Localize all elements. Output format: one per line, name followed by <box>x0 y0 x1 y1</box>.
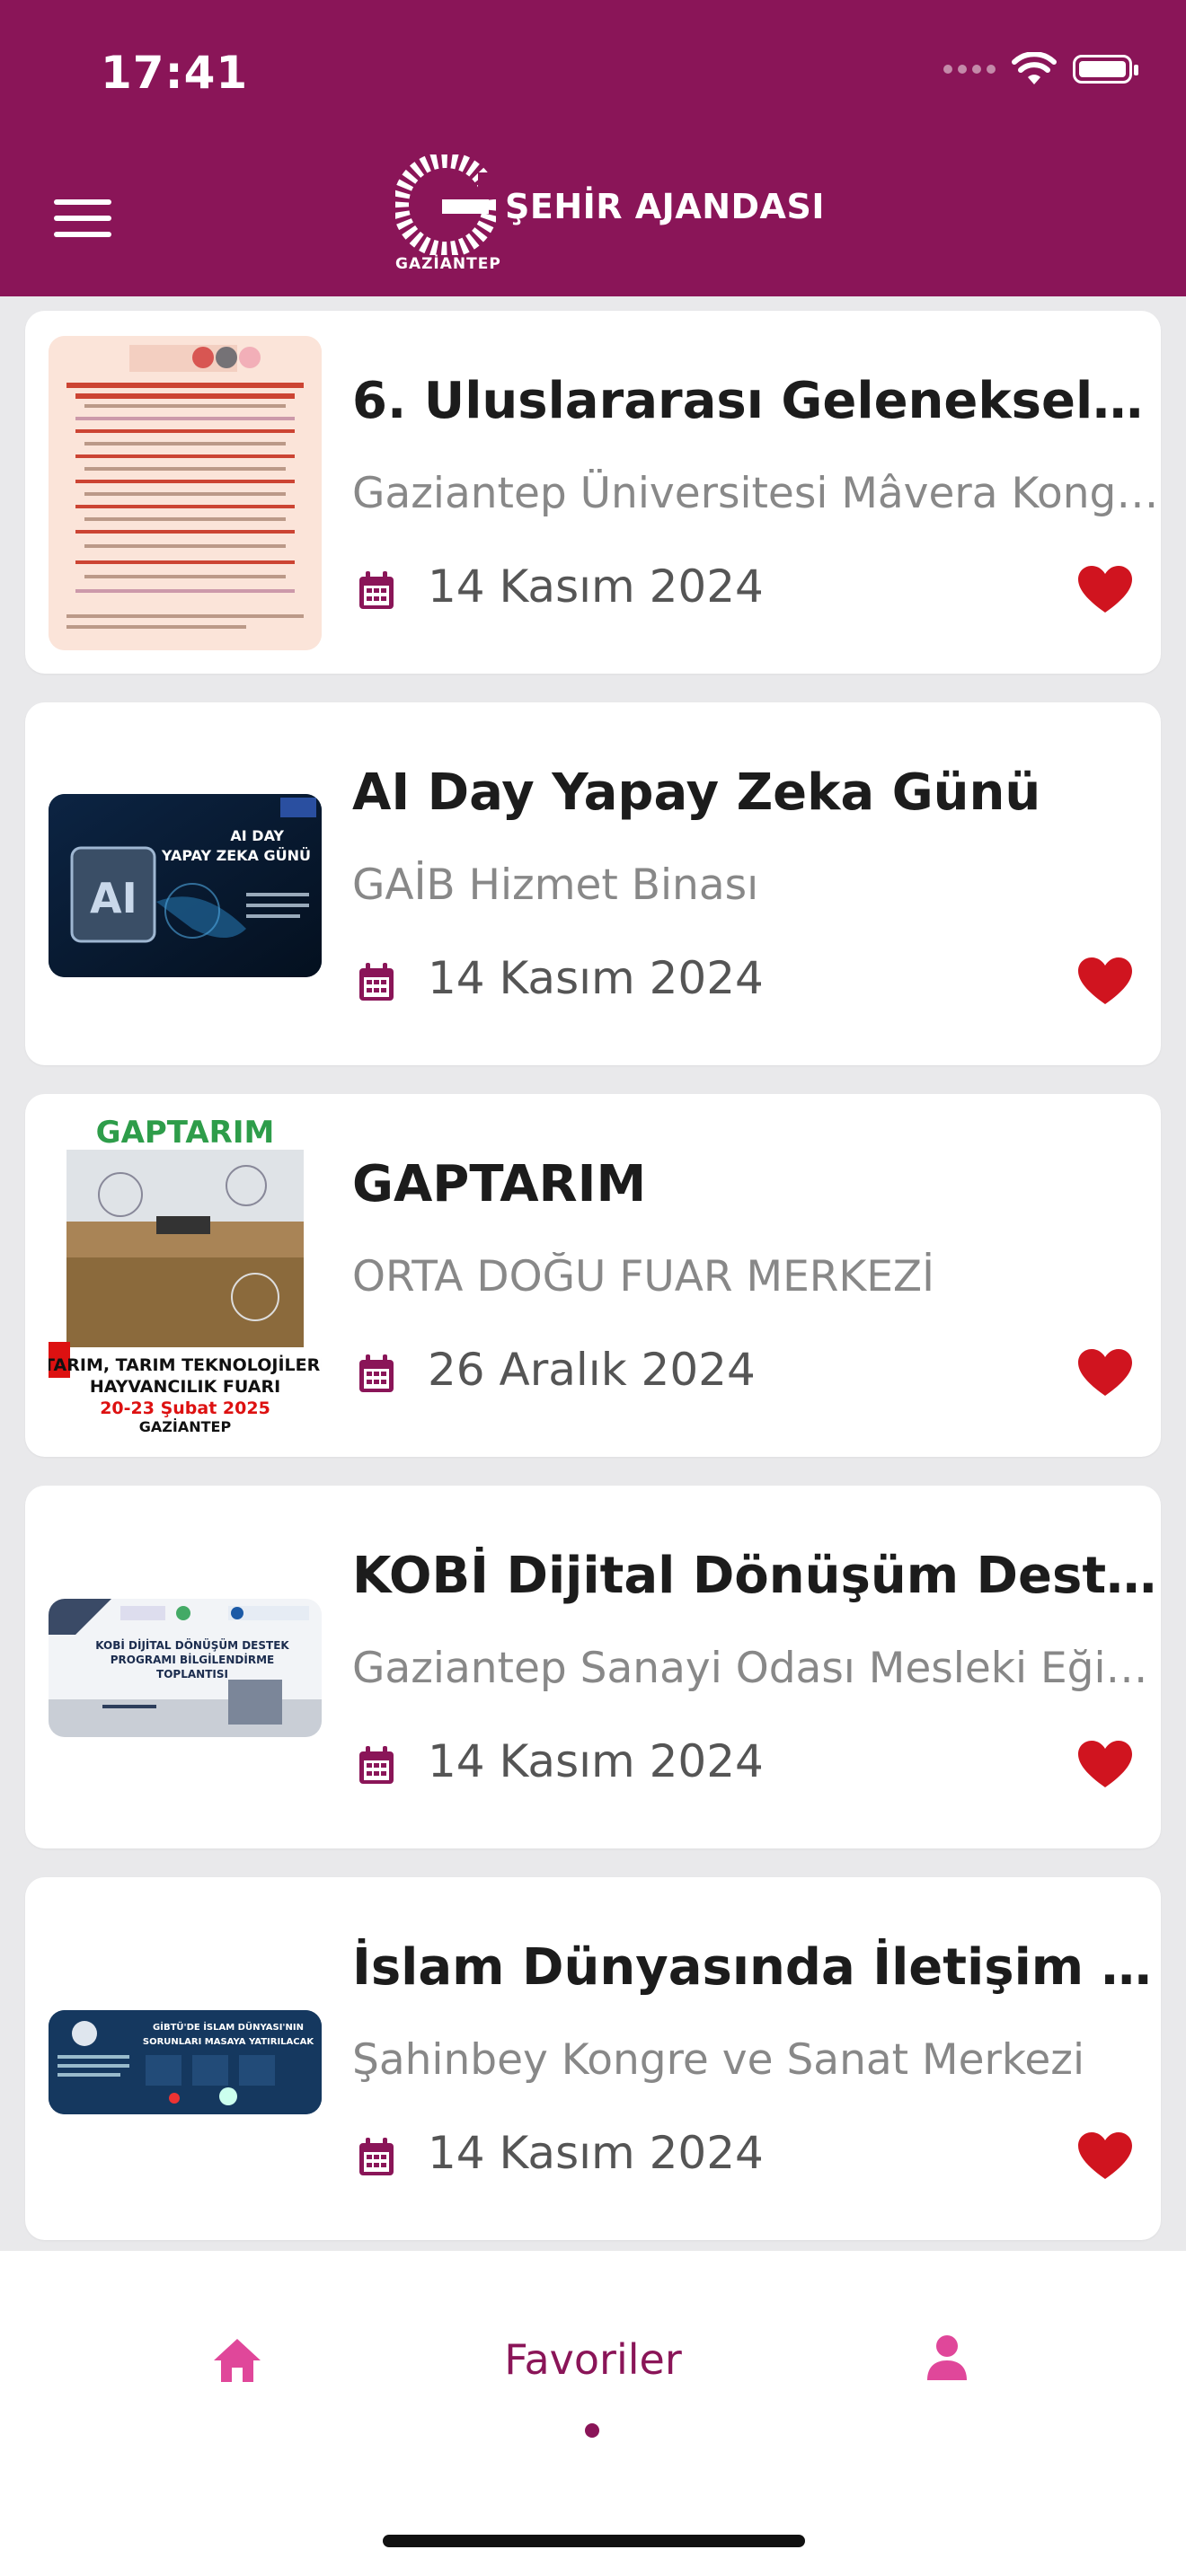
event-list: 6. Uluslararası Geleneksel, Yöresel ve K… <box>25 311 1161 2269</box>
active-tab-indicator <box>585 2423 599 2438</box>
svg-text:AI DAY: AI DAY <box>230 827 284 844</box>
svg-text:GİBTÜ'DE İSLAM DÜNYASI'NIN: GİBTÜ'DE İSLAM DÜNYASI'NIN <box>153 2020 304 2033</box>
event-location: ORTA DOĞU FUAR MERKEZİ <box>352 1252 934 1301</box>
calendar-icon <box>359 1746 394 1784</box>
event-card[interactable]: GİBTÜ'DE İSLAM DÜNYASI'NIN SORUNLARI MAS… <box>25 1877 1161 2240</box>
heart-icon[interactable] <box>1078 957 1132 1006</box>
event-thumbnail: KOBİ DİJİTAL DÖNÜŞÜM DESTEK PROGRAMI BİL… <box>49 1599 322 1737</box>
event-title: KOBİ Dijital Dönüşüm Destek Programı Bil… <box>352 1547 1161 1605</box>
logo-city-label: GAZİANTEP <box>395 255 501 273</box>
event-location: Şahinbey Kongre ve Sanat Merkezi <box>352 2035 1085 2085</box>
event-card[interactable]: 6. Uluslararası Geleneksel, Yöresel ve K… <box>25 311 1161 674</box>
event-location: Gaziantep Üniversitesi Mâvera Kongre Mer… <box>352 469 1161 518</box>
svg-text:TOPLANTISI: TOPLANTISI <box>156 1668 228 1681</box>
event-card[interactable]: AI AI DAY YAPAY ZEKA GÜNÜ AI Day Yapay Z… <box>25 702 1161 1065</box>
svg-text:GAPTARIM: GAPTARIM <box>96 1117 275 1151</box>
bottom-nav: Favoriler <box>0 2251 1186 2576</box>
event-card[interactable]: GAPTARIM 15.TARIM, TARIM TEKNOLOJİLERİ V… <box>25 1094 1161 1457</box>
svg-text:HAYVANCILIK FUARI: HAYVANCILIK FUARI <box>90 1377 280 1397</box>
heart-icon[interactable] <box>1078 1741 1132 1789</box>
event-location: Gaziantep Sanayi Odası Mesleki Eğitim Me… <box>352 1644 1161 1693</box>
event-thumbnail: AI AI DAY YAPAY ZEKA GÜNÜ <box>49 794 322 977</box>
event-card[interactable]: KOBİ DİJİTAL DÖNÜŞÜM DESTEK PROGRAMI BİL… <box>25 1486 1161 1848</box>
svg-text:GAZİANTEP: GAZİANTEP <box>139 1418 232 1434</box>
event-date: 14 Kasım 2024 <box>428 560 764 613</box>
app-logo: GAZİANTEP ŞEHİR AJANDASI <box>393 152 825 273</box>
city-logo-icon: GAZİANTEP <box>393 152 500 273</box>
event-title: İslam Dünyasında İletişim ve Gazetecilik <box>352 1938 1161 1997</box>
svg-text:SORUNLARI MASAYA YATIRILACAK: SORUNLARI MASAYA YATIRILACAK <box>143 2037 314 2047</box>
event-location: GAİB Hizmet Binası <box>352 860 759 910</box>
calendar-icon <box>359 963 394 1001</box>
status-time: 17:41 <box>101 47 249 99</box>
wifi-icon <box>1012 52 1057 84</box>
tab-favorites[interactable]: Favoriler <box>0 2335 1186 2384</box>
signal-icon <box>943 65 996 74</box>
event-date: 14 Kasım 2024 <box>428 952 764 1004</box>
heart-icon[interactable] <box>1078 566 1132 614</box>
app-title: ŞEHİR AJANDASI <box>505 187 825 226</box>
event-date: 26 Aralık 2024 <box>428 1344 756 1396</box>
svg-text:15.TARIM, TARIM TEKNOLOJİLERİ: 15.TARIM, TARIM TEKNOLOJİLERİ VE <box>49 1354 322 1375</box>
event-title: 6. Uluslararası Geleneksel, Yöresel ve K… <box>352 372 1161 430</box>
profile-icon[interactable] <box>925 2333 969 2382</box>
calendar-icon <box>359 571 394 609</box>
svg-text:KOBİ DİJİTAL DÖNÜŞÜM DESTEK: KOBİ DİJİTAL DÖNÜŞÜM DESTEK <box>95 1638 289 1652</box>
battery-icon <box>1073 55 1138 84</box>
home-indicator[interactable] <box>383 2535 805 2547</box>
event-title: AI Day Yapay Zeka Günü <box>352 763 1041 822</box>
heart-icon[interactable] <box>1078 2132 1132 2181</box>
app-header: 17:41 GAZİANTEP ŞEHİR AJANDASI <box>0 0 1186 296</box>
event-thumbnail <box>49 336 322 650</box>
event-date: 14 Kasım 2024 <box>428 1735 764 1787</box>
event-title: GAPTARIM <box>352 1155 647 1213</box>
svg-text:PROGRAMI BİLGİLENDİRME: PROGRAMI BİLGİLENDİRME <box>111 1653 274 1666</box>
svg-text:YAPAY ZEKA GÜNÜ: YAPAY ZEKA GÜNÜ <box>161 847 311 864</box>
event-date: 14 Kasım 2024 <box>428 2127 764 2179</box>
event-thumbnail: GAPTARIM 15.TARIM, TARIM TEKNOLOJİLERİ V… <box>49 1117 322 1434</box>
heart-icon[interactable] <box>1078 1349 1132 1398</box>
calendar-icon <box>359 1354 394 1392</box>
event-thumbnail: GİBTÜ'DE İSLAM DÜNYASI'NIN SORUNLARI MAS… <box>49 2010 322 2114</box>
menu-button[interactable] <box>54 199 111 241</box>
calendar-icon <box>359 2138 394 2175</box>
status-icons <box>943 52 1138 86</box>
svg-text:20-23 Şubat 2025: 20-23 Şubat 2025 <box>100 1398 270 1418</box>
svg-text:AI: AI <box>90 874 137 922</box>
